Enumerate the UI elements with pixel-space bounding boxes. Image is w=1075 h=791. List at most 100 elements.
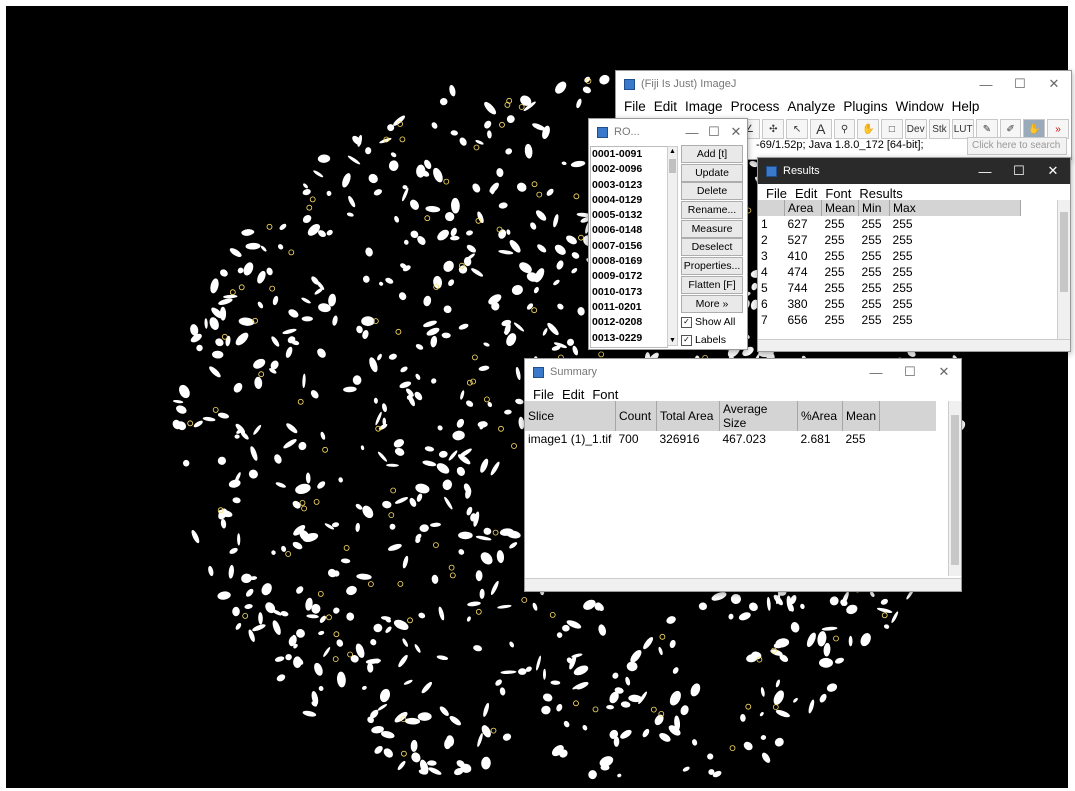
column-header[interactable]: Count <box>615 401 657 431</box>
stk-button[interactable]: Stk <box>928 119 951 139</box>
text-tool-icon[interactable]: A <box>809 119 832 139</box>
more-tools-icon[interactable]: » <box>1047 119 1069 139</box>
menu-results[interactable]: Results <box>859 186 902 201</box>
column-header[interactable]: Slice <box>525 401 616 431</box>
close-icon[interactable]: ✕ <box>927 359 961 385</box>
table-row[interactable]: 4 474 255 255 255 <box>758 264 1021 280</box>
update-button[interactable]: Update <box>681 163 743 182</box>
scrollbar-thumb[interactable] <box>1060 212 1068 292</box>
menu-edit[interactable]: Edit <box>654 99 677 114</box>
menu-process[interactable]: Process <box>731 99 780 114</box>
vertical-scrollbar[interactable] <box>1057 200 1070 340</box>
table-row[interactable]: 7 656 255 255 255 <box>758 312 1021 328</box>
list-item[interactable]: 0002-0096 <box>591 162 667 177</box>
deselect-button[interactable]: Deselect <box>681 238 743 257</box>
column-header[interactable]: %Area <box>797 401 843 431</box>
measure-button[interactable]: Measure <box>681 219 743 238</box>
scrollbar-thumb[interactable] <box>669 159 676 173</box>
minimize-icon[interactable]: — <box>969 71 1003 97</box>
brush-tool-icon[interactable]: ✐ <box>999 119 1022 139</box>
delete-button[interactable]: Delete <box>681 182 743 201</box>
menu-plugins[interactable]: Plugins <box>843 99 887 114</box>
column-header[interactable] <box>758 200 785 216</box>
menu-window[interactable]: Window <box>896 99 944 114</box>
show-all-checkbox[interactable]: ✓ Show All <box>681 313 743 331</box>
more-button[interactable]: More » <box>681 294 743 313</box>
rename-button[interactable]: Rename... <box>681 201 743 220</box>
summary-titlebar[interactable]: Summary — ☐ ✕ <box>525 359 961 385</box>
results-titlebar[interactable]: Results — ☐ ✕ <box>758 158 1070 184</box>
vertical-scrollbar[interactable] <box>948 401 961 576</box>
close-icon[interactable]: ✕ <box>725 119 747 145</box>
column-header[interactable]: Mean <box>842 401 881 431</box>
minimize-icon[interactable]: — <box>968 158 1002 184</box>
column-header[interactable]: Max <box>889 200 1022 216</box>
close-icon[interactable]: ✕ <box>1036 158 1070 184</box>
hand-tool-icon[interactable]: ✋ <box>857 119 880 139</box>
list-item[interactable]: 0014-0222 <box>591 346 667 348</box>
list-item[interactable]: 0007-0156 <box>591 239 667 254</box>
flatten-button[interactable]: Flatten [F] <box>681 275 743 294</box>
column-header[interactable]: Total Area <box>656 401 720 431</box>
color-picker-icon[interactable]: □ <box>881 119 903 139</box>
list-item[interactable]: 0006-0148 <box>591 223 667 238</box>
dev-button[interactable]: Dev <box>904 119 927 139</box>
horizontal-scrollbar[interactable] <box>525 578 961 591</box>
maximize-icon[interactable]: ☐ <box>893 359 927 385</box>
point-tool-icon[interactable]: ✣ <box>762 119 785 139</box>
column-header[interactable]: Min <box>858 200 891 216</box>
column-header[interactable]: Average Size <box>719 401 798 431</box>
scrollbar-thumb[interactable] <box>951 415 959 565</box>
add-button[interactable]: Add [t] <box>681 145 743 163</box>
horizontal-scrollbar[interactable] <box>758 339 1070 351</box>
list-item[interactable]: 0008-0169 <box>591 254 667 269</box>
lut-button[interactable]: LUT <box>952 119 975 139</box>
imagej-titlebar[interactable]: (Fiji Is Just) ImageJ — ☐ ✕ <box>616 71 1071 97</box>
list-item[interactable]: 0009-0172 <box>591 269 667 284</box>
pencil-tool-icon[interactable]: ✎ <box>976 119 998 139</box>
labels-checkbox[interactable]: ✓ Labels <box>681 331 743 349</box>
properties-button[interactable]: Properties... <box>681 257 743 276</box>
flood-tool-icon[interactable]: ✋ <box>1023 119 1046 139</box>
list-item[interactable]: 0011-0201 <box>591 300 667 315</box>
table-row[interactable]: 5 744 255 255 255 <box>758 280 1021 296</box>
menu-image[interactable]: Image <box>685 99 723 114</box>
table-row[interactable]: 3 410 255 255 255 <box>758 248 1021 264</box>
list-item[interactable]: 0010-0173 <box>591 285 667 300</box>
menu-edit[interactable]: Edit <box>562 387 584 402</box>
scroll-down-icon[interactable]: ▼ <box>668 336 677 345</box>
list-item[interactable]: 0012-0208 <box>591 315 667 330</box>
list-item[interactable]: 0005-0132 <box>591 208 667 223</box>
table-row[interactable]: 1 627 255 255 255 <box>758 216 1021 232</box>
minimize-icon[interactable]: — <box>681 119 703 145</box>
magnifier-tool-icon[interactable]: ⚲ <box>833 119 856 139</box>
table-row[interactable]: image1 (1)_1.tif 700 326916 467.023 2.68… <box>525 431 936 447</box>
maximize-icon[interactable]: ☐ <box>703 119 725 145</box>
maximize-icon[interactable]: ☐ <box>1003 71 1037 97</box>
list-item[interactable]: 0004-0129 <box>591 193 667 208</box>
scroll-up-icon[interactable]: ▲ <box>668 147 677 156</box>
search-input[interactable]: Click here to search <box>967 137 1067 155</box>
table-row[interactable]: 6 380 255 255 255 <box>758 296 1021 312</box>
table-row[interactable]: 2 527 255 255 255 <box>758 232 1021 248</box>
list-item[interactable]: 0013-0229 <box>591 331 667 346</box>
roi-titlebar[interactable]: RO... — ☐ ✕ <box>589 119 747 145</box>
menu-analyze[interactable]: Analyze <box>787 99 835 114</box>
menu-edit[interactable]: Edit <box>795 186 817 201</box>
menu-font[interactable]: Font <box>825 186 851 201</box>
column-header[interactable]: Mean <box>821 200 860 216</box>
list-item[interactable]: 0003-0123 <box>591 178 667 193</box>
menu-file[interactable]: File <box>624 99 646 114</box>
close-icon[interactable]: ✕ <box>1037 71 1071 97</box>
wand-tool-icon[interactable]: ↖ <box>786 119 808 139</box>
column-header[interactable]: Area <box>784 200 822 216</box>
roi-list[interactable]: 0001-0091 0002-0096 0003-0123 0004-0129 … <box>590 146 668 348</box>
menu-font[interactable]: Font <box>592 387 618 402</box>
menu-help[interactable]: Help <box>952 99 980 114</box>
maximize-icon[interactable]: ☐ <box>1002 158 1036 184</box>
list-item[interactable]: 0001-0091 <box>591 147 667 162</box>
roi-list-scrollbar[interactable]: ▲ ▼ <box>667 146 678 346</box>
menu-file[interactable]: File <box>533 387 554 402</box>
menu-file[interactable]: File <box>766 186 787 201</box>
minimize-icon[interactable]: — <box>859 359 893 385</box>
